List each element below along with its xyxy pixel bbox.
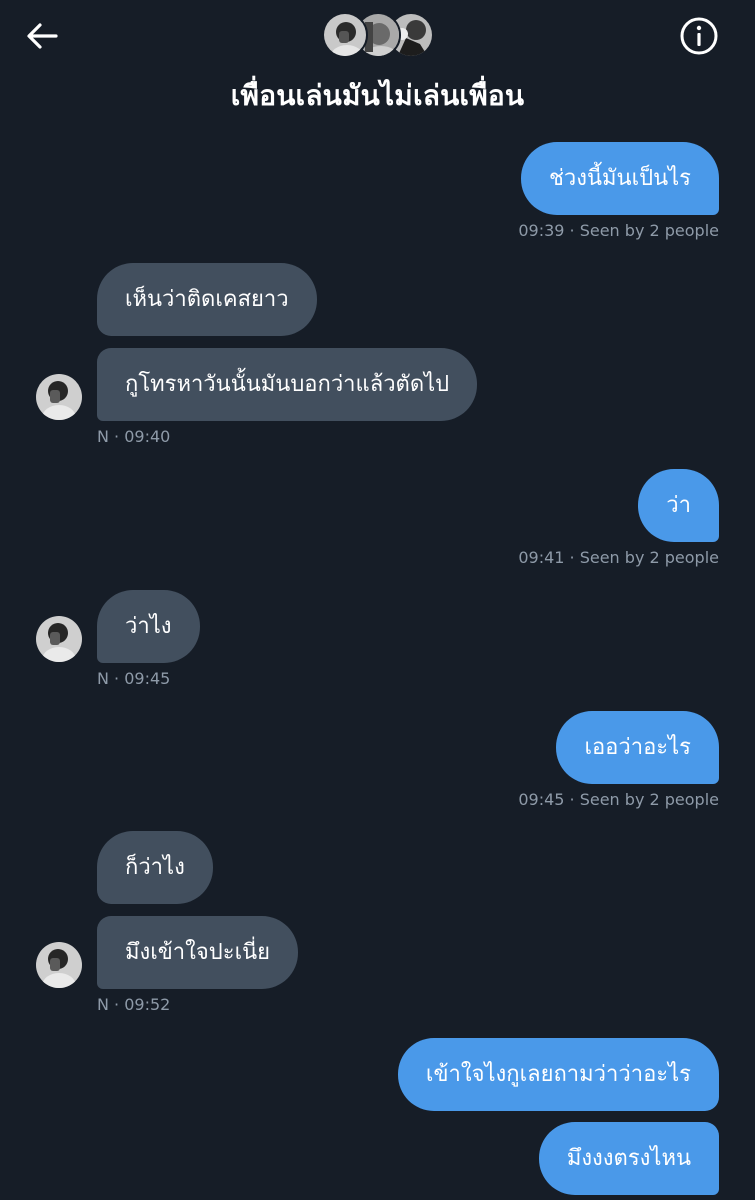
chat-header: เพื่อนเล่นมันไม่เล่นเพื่อน (0, 0, 755, 120)
message-meta: 09:41 · Seen by 2 people (518, 548, 719, 567)
message-bubble-outgoing[interactable]: เข้าใจไงกูเลยถามว่าว่าอะไร (397, 1038, 719, 1111)
message-bubble-incoming[interactable]: มึงเข้าใจปะเนี่ย (97, 916, 299, 989)
message-bubble-outgoing[interactable]: ช่วงนี้มันเป็นไร (520, 142, 719, 215)
message-bubble-outgoing[interactable]: เออว่าอะไร (556, 711, 719, 784)
conversation-title: เพื่อนเล่นมันไม่เล่นเพื่อน (230, 79, 525, 112)
sender-avatar[interactable] (36, 942, 82, 988)
message-bubble-outgoing[interactable]: ว่า (638, 469, 719, 542)
back-button[interactable] (22, 16, 62, 56)
sender-avatar[interactable] (36, 374, 82, 420)
message-meta: N · 09:52 (97, 995, 171, 1014)
arrow-left-icon (27, 23, 58, 49)
group-avatars[interactable] (322, 12, 434, 60)
member-avatar (322, 12, 368, 58)
message-meta: 09:45 · Seen by 2 people (518, 790, 719, 809)
message-meta: 09:39 · Seen by 2 people (518, 221, 719, 240)
info-button[interactable] (678, 15, 720, 57)
message-bubble-incoming[interactable]: เห็นว่าติดเคสยาว (97, 263, 317, 336)
message-bubble-outgoing[interactable]: มึงงงตรงไหน (538, 1122, 719, 1195)
sender-avatar[interactable] (36, 616, 82, 662)
message-meta: N · 09:40 (97, 427, 171, 446)
message-bubble-incoming[interactable]: กูโทรหาวันนั้นมันบอกว่าแล้วตัดไป (97, 348, 478, 421)
info-circle-icon (680, 17, 718, 55)
message-bubble-incoming[interactable]: ก็ว่าไง (97, 831, 213, 904)
message-meta: N · 09:45 (97, 669, 171, 688)
message-bubble-incoming[interactable]: ว่าไง (97, 590, 200, 663)
